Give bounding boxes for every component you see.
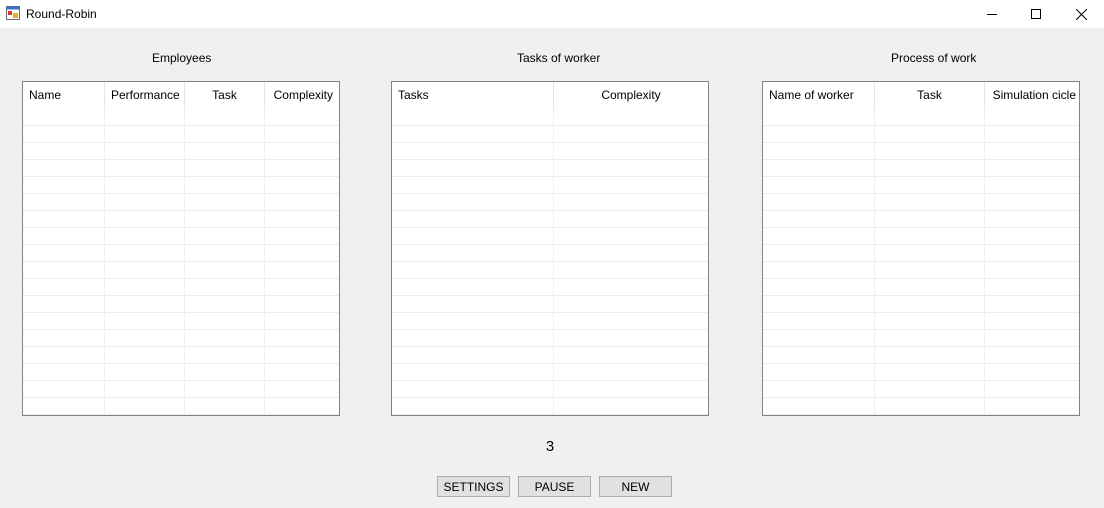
- employees-title: Employees: [152, 51, 212, 65]
- simulation-counter: 3: [545, 438, 555, 455]
- column-header-task[interactable]: Task: [875, 82, 985, 109]
- app-icon: [6, 6, 20, 20]
- column-header-tasks[interactable]: Tasks: [392, 82, 554, 109]
- column-header-name[interactable]: Name: [23, 82, 105, 109]
- column-header-complexity[interactable]: Complexity: [554, 82, 708, 109]
- close-icon: [1075, 8, 1087, 20]
- new-button[interactable]: NEW: [599, 476, 672, 497]
- maximize-icon: [1031, 9, 1041, 19]
- minimize-button[interactable]: [969, 0, 1015, 28]
- title-bar: Round-Robin: [0, 0, 1104, 28]
- employees-grid-header: Name Performance Task Complexity: [23, 82, 339, 109]
- tasks-of-worker-grid[interactable]: Tasks Complexity: [391, 81, 709, 416]
- process-of-work-grid[interactable]: Name of worker Task Simulation cicle: [762, 81, 1080, 416]
- employees-grid-body[interactable]: [23, 109, 339, 415]
- close-button[interactable]: [1058, 0, 1104, 28]
- tasks-of-worker-title: Tasks of worker: [517, 51, 601, 65]
- process-of-work-title: Process of work: [891, 51, 977, 65]
- employees-grid[interactable]: Name Performance Task Complexity: [22, 81, 340, 416]
- pause-button[interactable]: PAUSE: [518, 476, 591, 497]
- process-of-work-grid-body[interactable]: [763, 109, 1079, 415]
- settings-button[interactable]: SETTINGS: [437, 476, 510, 497]
- maximize-button[interactable]: [1013, 0, 1059, 28]
- column-header-simulation-cicle[interactable]: Simulation cicle: [985, 82, 1079, 109]
- process-of-work-grid-header: Name of worker Task Simulation cicle: [763, 82, 1079, 109]
- tasks-of-worker-grid-body[interactable]: [392, 109, 708, 415]
- window-title: Round-Robin: [26, 7, 97, 21]
- column-header-complexity[interactable]: Complexity: [265, 82, 339, 109]
- column-header-performance[interactable]: Performance: [105, 82, 185, 109]
- column-header-task[interactable]: Task: [185, 82, 265, 109]
- column-header-name-of-worker[interactable]: Name of worker: [763, 82, 875, 109]
- tasks-of-worker-grid-header: Tasks Complexity: [392, 82, 708, 109]
- minimize-icon: [987, 9, 997, 19]
